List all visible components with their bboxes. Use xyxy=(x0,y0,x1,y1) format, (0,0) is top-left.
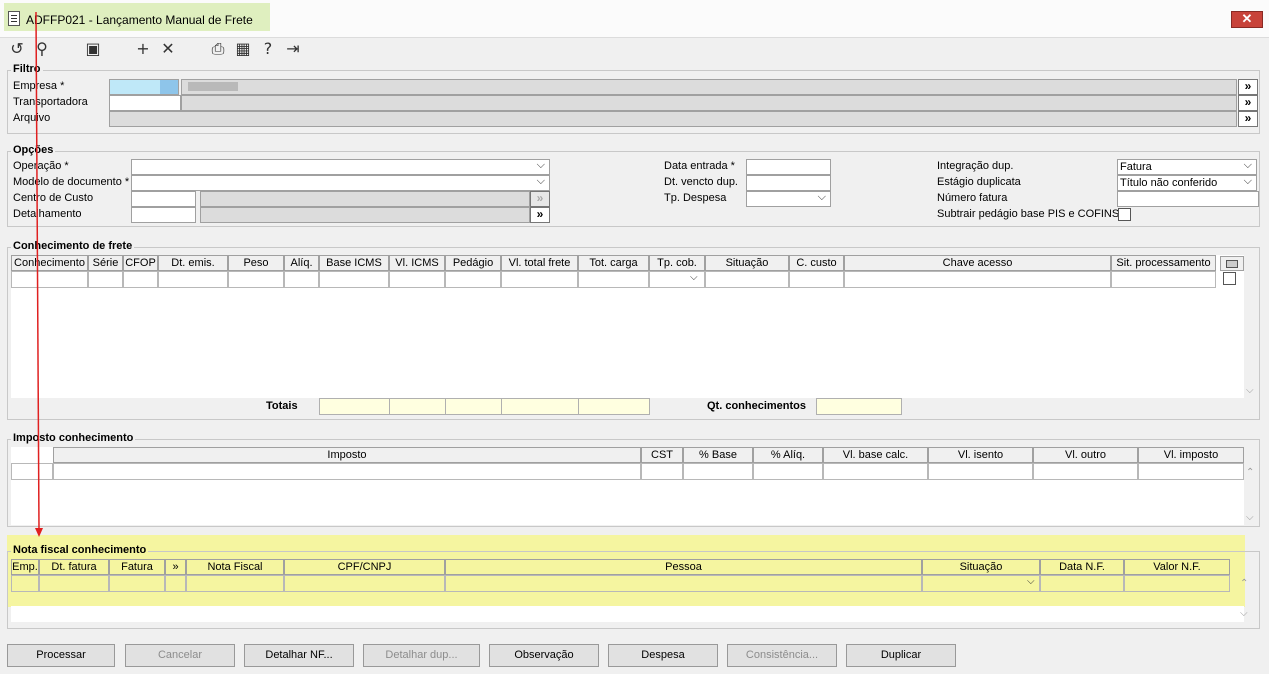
despesa-button[interactable]: Despesa xyxy=(608,644,718,667)
observacao-button[interactable]: Observação xyxy=(489,644,599,667)
duplicar-button[interactable]: Duplicar xyxy=(846,644,956,667)
detalhar-dup-button[interactable]: Detalhar dup... xyxy=(363,644,480,667)
cancelar-button[interactable]: Cancelar xyxy=(125,644,235,667)
detalhar-nf-button[interactable]: Detalhar NF... xyxy=(244,644,354,667)
processar-button[interactable]: Processar xyxy=(7,644,115,667)
annotation-arrow xyxy=(35,11,43,537)
consistencia-button[interactable]: Consistência... xyxy=(727,644,837,667)
